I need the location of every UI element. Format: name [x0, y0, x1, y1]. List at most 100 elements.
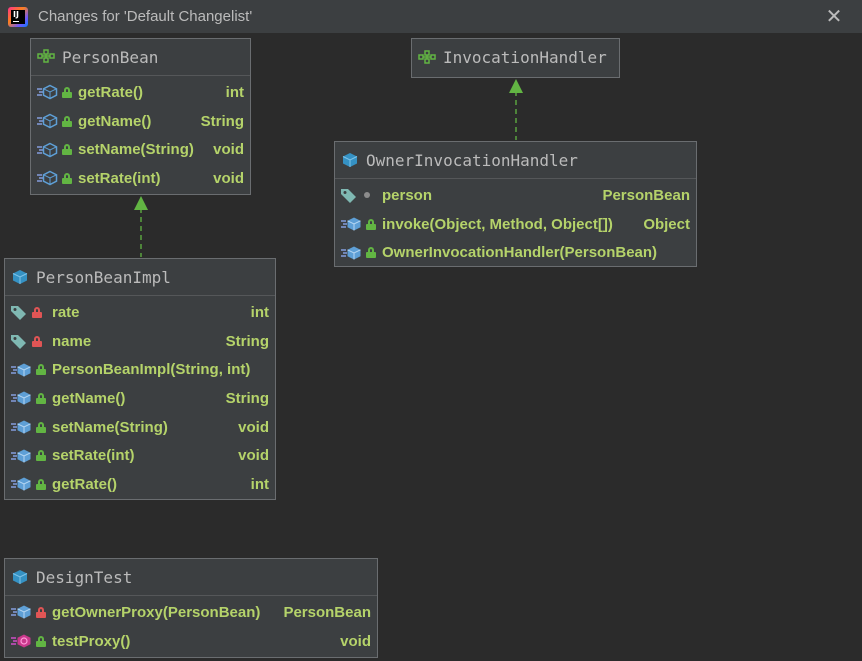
member-name: invoke(Object, Method, Object[]) [382, 215, 613, 233]
member-row[interactable]: name String [5, 327, 275, 356]
node-person-bean-impl[interactable]: PersonBeanImpl rate int name String PersonBea… [4, 258, 276, 500]
node-title: PersonBean [62, 47, 159, 67]
member-icons [10, 604, 52, 620]
member-row[interactable]: getName() String [31, 107, 250, 136]
field-icon [341, 189, 356, 204]
interface-icon [418, 49, 436, 64]
member-list: getRate() int getName() String setName(Strin… [31, 76, 250, 193]
node-title: PersonBeanImpl [36, 267, 171, 287]
member-type: PersonBean [602, 186, 690, 204]
node-header: DesignTest [5, 559, 377, 596]
member-row[interactable]: setRate(int) void [5, 441, 275, 470]
field-icon [11, 335, 26, 350]
public-lock-icon [36, 635, 46, 647]
method-icon [11, 420, 31, 434]
member-list: person PersonBean invoke(Object, Method, O… [335, 179, 696, 267]
member-row[interactable]: OwnerInvocationHandler(PersonBean) [335, 238, 696, 267]
member-type: String [225, 389, 269, 407]
member-icons [36, 142, 78, 158]
member-name: setRate(int) [52, 447, 135, 465]
close-button[interactable]: ✕ [822, 4, 846, 28]
abstract-method-icon [37, 142, 58, 158]
member-icons [36, 84, 78, 100]
member-name: getName() [78, 112, 152, 130]
member-icons [36, 113, 78, 129]
member-type: Object [643, 215, 690, 233]
member-type: void [213, 169, 244, 187]
public-lock-icon [62, 144, 72, 156]
member-row[interactable]: invoke(Object, Method, Object[]) Object [335, 210, 696, 239]
member-name: getName() [52, 389, 126, 407]
member-list: getOwnerProxy(PersonBean) PersonBean testP… [5, 596, 377, 655]
public-lock-icon [62, 115, 72, 127]
member-row[interactable]: getOwnerProxy(PersonBean) PersonBean [5, 598, 377, 627]
member-icons [10, 304, 52, 321]
intellij-logo-icon: IJ [8, 7, 28, 27]
class-icon [12, 570, 28, 584]
interface-icon [37, 49, 55, 63]
member-icons [10, 476, 52, 492]
title-bar: IJ Changes for 'Default Changelist' ✕ [0, 0, 862, 34]
member-row[interactable]: setName(String) void [5, 413, 275, 442]
member-name: OwnerInvocationHandler(PersonBean) [382, 244, 658, 262]
member-type: String [225, 332, 269, 350]
node-invocation-handler[interactable]: InvocationHandler [411, 38, 620, 78]
member-row[interactable]: getRate() int [5, 470, 275, 499]
member-type: void [238, 418, 269, 436]
diagram-canvas[interactable]: PersonBean getRate() int getName() String set… [0, 34, 862, 661]
member-name: setRate(int) [78, 169, 161, 187]
abstract-method-icon [37, 171, 58, 186]
window-title: Changes for 'Default Changelist' [38, 8, 253, 25]
member-icons [340, 216, 382, 232]
field-icon [11, 306, 26, 321]
node-person-bean[interactable]: PersonBean getRate() int getName() String set… [30, 38, 251, 195]
member-row[interactable]: PersonBeanImpl(String, int) [5, 355, 275, 384]
member-icons [36, 170, 78, 186]
member-icons [340, 187, 382, 204]
member-name: person [382, 186, 433, 204]
member-row[interactable]: setName(String) void [31, 135, 250, 164]
private-lock-icon [32, 335, 42, 347]
member-name: rate [52, 303, 80, 321]
member-row[interactable]: getRate() int [31, 78, 250, 107]
method-icon [341, 217, 361, 231]
method-icon [11, 477, 31, 491]
member-type: int [250, 475, 269, 493]
public-lock-icon [36, 364, 46, 376]
private-lock-icon [32, 306, 42, 318]
member-type: int [250, 303, 269, 321]
node-header: PersonBean [31, 39, 250, 76]
public-lock-icon [36, 478, 46, 490]
node-owner-invocation-handler[interactable]: OwnerInvocationHandler person PersonBean in… [334, 141, 697, 267]
node-title: OwnerInvocationHandler [366, 150, 578, 170]
test-method-icon [11, 634, 31, 648]
method-icon [341, 246, 361, 260]
member-type: PersonBean [283, 603, 371, 621]
class-icon [342, 153, 358, 167]
node-design-test[interactable]: DesignTest getOwnerProxy(PersonBean) Perso… [4, 558, 378, 658]
abstract-method-icon [37, 85, 58, 100]
member-row[interactable]: rate int [5, 298, 275, 327]
member-row[interactable]: testProxy() void [5, 627, 377, 656]
member-row[interactable]: getName() String [5, 384, 275, 413]
package-private-icon [364, 192, 370, 199]
member-icons [10, 390, 52, 406]
member-icons [10, 448, 52, 464]
member-type: void [340, 632, 371, 650]
member-type: void [238, 447, 269, 465]
public-lock-icon [62, 86, 72, 98]
node-title: DesignTest [36, 567, 133, 587]
method-icon [11, 363, 31, 377]
method-icon [11, 391, 31, 405]
method-icon [11, 449, 31, 463]
member-name: setName(String) [52, 418, 168, 436]
member-row[interactable]: person PersonBean [335, 181, 696, 210]
member-icons [10, 419, 52, 435]
public-lock-icon [62, 172, 72, 184]
member-name: getOwnerProxy(PersonBean) [52, 603, 261, 621]
member-row[interactable]: setRate(int) void [31, 164, 250, 193]
public-lock-icon [366, 247, 376, 259]
method-icon [11, 605, 31, 619]
member-icons [340, 245, 382, 261]
member-name: testProxy() [52, 632, 131, 650]
